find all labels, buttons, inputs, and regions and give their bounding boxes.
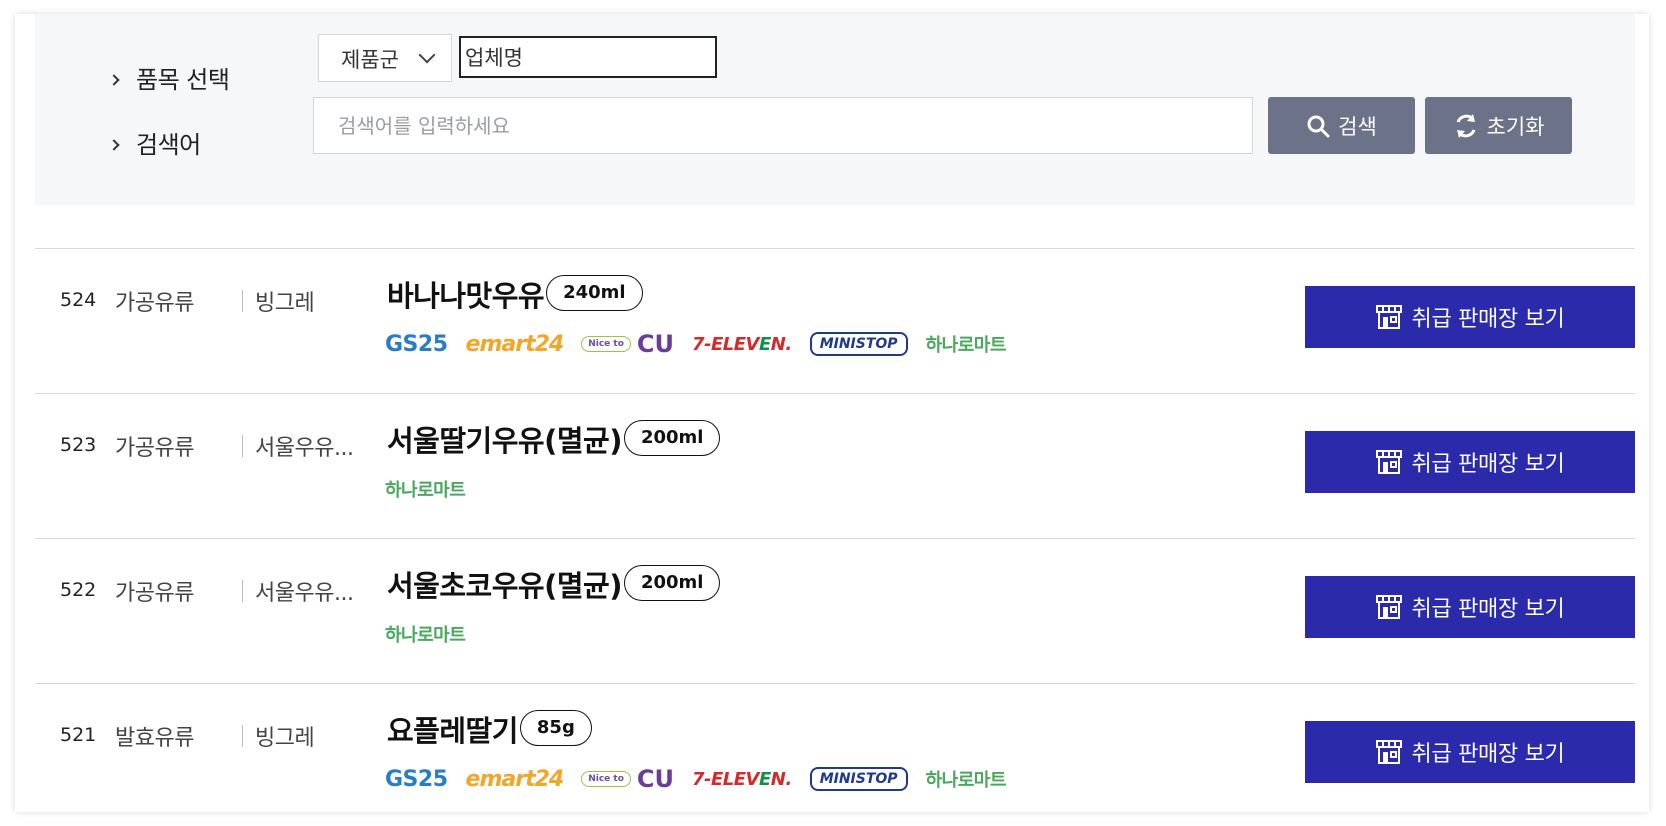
seven-eleven-text-b: E	[759, 333, 771, 355]
emart24-logo: emart24	[465, 766, 565, 792]
divider	[242, 725, 243, 747]
product-maker: 빙그레	[255, 726, 315, 751]
view-stores-button[interactable]: 취급 판매장 보기	[1305, 286, 1635, 348]
cu-text: CU	[636, 765, 674, 793]
product-size-badge: 200ml	[623, 565, 721, 601]
chevron-right-icon	[108, 139, 120, 151]
view-stores-button[interactable]: 취급 판매장 보기	[1305, 576, 1635, 638]
store-icon	[1375, 450, 1402, 474]
seven-eleven-logo: 7-ELEV E N.	[692, 334, 792, 355]
product-name[interactable]: 바나나맛우유	[387, 277, 545, 315]
chevron-down-icon	[418, 46, 436, 64]
keyword-label: 검색어	[108, 125, 201, 160]
hanaro-mart-logo: 하나로마트	[925, 335, 1007, 356]
product-number: 522	[60, 579, 97, 601]
view-stores-label: 취급 판매장 보기	[1411, 307, 1565, 332]
store-logos: GS25 emart24 Nice to CU 7-ELEV E N. MINISTOP 하나로…	[385, 329, 1024, 359]
search-icon	[1307, 115, 1330, 137]
store-logos: 하나로마트	[385, 474, 483, 504]
category-select[interactable]: 제품군	[318, 34, 452, 82]
seven-eleven-text-c: N.	[770, 333, 792, 355]
product-name[interactable]: 서울딸기우유(멸균)	[387, 422, 622, 460]
view-stores-label: 취급 판매장 보기	[1411, 452, 1565, 477]
product-maker: 서울우유...	[255, 436, 354, 461]
product-category: 가공유류	[115, 436, 194, 461]
product-category: 발효유류	[115, 726, 194, 751]
emart24-logo: emart24	[465, 331, 565, 357]
hanaro-mart-logo: 하나로마트	[385, 480, 466, 501]
view-stores-label: 취급 판매장 보기	[1411, 742, 1565, 767]
store-icon	[1375, 595, 1402, 619]
product-title: 바나나맛우유 240ml	[387, 275, 643, 315]
seven-eleven-text-a: 7-ELEV	[692, 768, 760, 790]
hanaro-mart-logo: 하나로마트	[385, 625, 466, 646]
item-select-label: 품목 선택	[108, 60, 230, 95]
product-title: 요플레딸기 85g	[387, 710, 592, 750]
search-button-label: 검색	[1338, 115, 1377, 139]
chevron-right-icon	[108, 74, 120, 86]
product-size-badge: 200ml	[623, 420, 721, 456]
product-row: 524 가공유류 빙그레 바나나맛우유 240ml GS25 emart24 Nic…	[35, 248, 1635, 393]
gs25-logo: GS25	[385, 766, 448, 792]
reset-button[interactable]: 초기화	[1425, 97, 1572, 154]
product-name[interactable]: 서울초코우유(멸균)	[387, 567, 622, 605]
cu-nice-to: Nice to	[581, 336, 631, 352]
reset-button-label: 초기화	[1486, 115, 1545, 139]
refresh-icon	[1456, 113, 1475, 138]
store-logos: 하나로마트	[385, 619, 483, 649]
product-size-badge: 240ml	[546, 275, 643, 311]
view-stores-button[interactable]: 취급 판매장 보기	[1305, 721, 1635, 783]
company-name-input[interactable]	[459, 36, 717, 78]
seven-eleven-logo: 7-ELEV E N.	[692, 769, 792, 790]
divider	[242, 435, 243, 457]
product-row: 521 발효유류 빙그레 요플레딸기 85g GS25 emart24 Nice t…	[35, 683, 1635, 812]
product-category: 가공유류	[115, 581, 194, 606]
store-logos: GS25 emart24 Nice to CU 7-ELEV E N. MINISTOP 하나로…	[385, 764, 1024, 794]
ministop-logo: MINISTOP	[809, 767, 908, 791]
product-title: 서울초코우유(멸균) 200ml	[387, 565, 721, 605]
product-row: 522 가공유류 서울우유... 서울초코우유(멸균) 200ml 하나로마트 …	[35, 538, 1635, 683]
divider	[242, 580, 243, 602]
product-size-badge: 85g	[519, 710, 592, 746]
filter-panel: 품목 선택 제품군 검색어 검색 초기화	[35, 14, 1635, 205]
product-maker: 빙그레	[255, 291, 315, 316]
ministop-logo: MINISTOP	[809, 332, 908, 356]
product-category: 가공유류	[115, 291, 194, 316]
store-icon	[1375, 305, 1402, 329]
view-stores-label: 취급 판매장 보기	[1411, 597, 1565, 622]
search-card: 품목 선택 제품군 검색어 검색 초기화	[15, 14, 1649, 812]
cu-text: CU	[636, 330, 674, 358]
product-list: 524 가공유류 빙그레 바나나맛우유 240ml GS25 emart24 Nic…	[35, 248, 1635, 812]
view-stores-button[interactable]: 취급 판매장 보기	[1305, 431, 1635, 493]
search-button[interactable]: 검색	[1268, 97, 1415, 154]
product-row: 523 가공유류 서울우유... 서울딸기우유(멸균) 200ml 하나로마트 …	[35, 393, 1635, 538]
seven-eleven-text-c: N.	[770, 768, 792, 790]
product-title: 서울딸기우유(멸균) 200ml	[387, 420, 721, 460]
category-select-value: 제품군	[341, 48, 399, 72]
keyword-input[interactable]	[313, 97, 1253, 154]
product-number: 523	[60, 434, 97, 456]
hanaro-mart-logo: 하나로마트	[925, 770, 1007, 791]
seven-eleven-text-b: E	[759, 768, 771, 790]
product-number: 521	[60, 724, 97, 746]
product-name[interactable]: 요플레딸기	[387, 712, 518, 750]
cu-logo: Nice to CU	[581, 765, 674, 793]
product-number: 524	[60, 289, 97, 311]
store-icon	[1375, 740, 1402, 764]
seven-eleven-text-a: 7-ELEV	[692, 333, 760, 355]
product-maker: 서울우유...	[255, 581, 354, 606]
gs25-logo: GS25	[385, 331, 448, 357]
cu-logo: Nice to CU	[581, 330, 674, 358]
cu-nice-to: Nice to	[581, 771, 631, 787]
divider	[242, 290, 243, 312]
